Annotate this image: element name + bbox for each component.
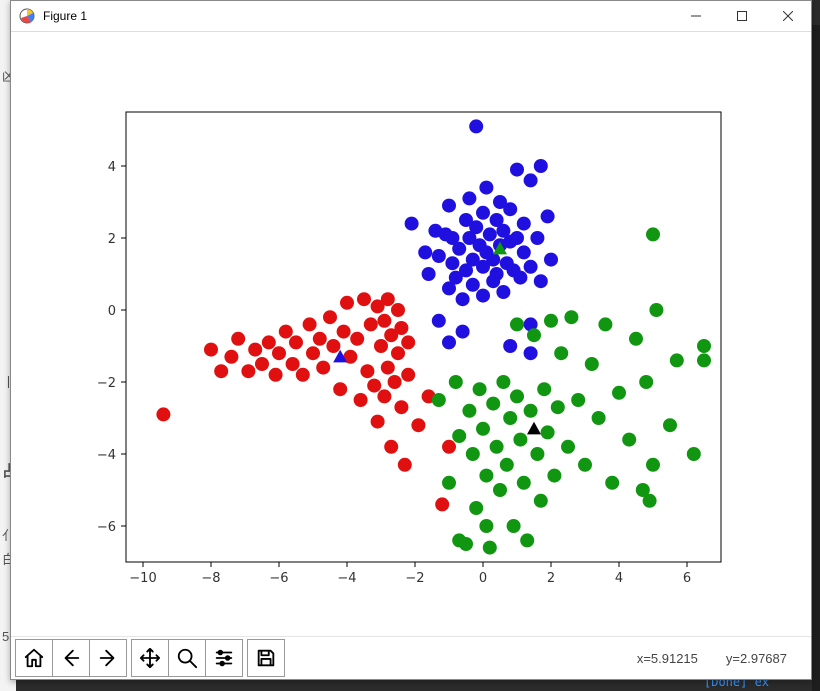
scatter-plot-svg: −10 −8 −6 −4 −2 0 2 4 6 −6 −4 −2 0 2 4 [11, 32, 811, 636]
minimize-button[interactable] [673, 1, 719, 31]
forward-button[interactable] [90, 640, 126, 676]
zoom-button[interactable] [169, 640, 206, 676]
matplotlib-figure-window: Figure 1 −10 −8 −6 −4 −2 0 2 4 6 −6 −4 −2 0 2 4 [10, 0, 812, 680]
svg-text:4: 4 [615, 571, 623, 586]
configure-subplots-button[interactable] [206, 640, 242, 676]
cursor-y-readout: y=2.97687 [726, 651, 787, 666]
svg-text:2: 2 [547, 571, 555, 586]
svg-text:−10: −10 [129, 571, 156, 586]
window-title: Figure 1 [43, 9, 87, 23]
matplotlib-toolbar: x=5.91215 y=2.97687 [11, 636, 811, 679]
background-panel-right [812, 25, 820, 691]
maximize-button[interactable] [719, 1, 765, 31]
home-button[interactable] [16, 640, 53, 676]
svg-text:4: 4 [108, 160, 116, 175]
svg-text:−6: −6 [97, 520, 116, 535]
plot-canvas[interactable]: −10 −8 −6 −4 −2 0 2 4 6 −6 −4 −2 0 2 4 [11, 32, 811, 636]
window-titlebar[interactable]: Figure 1 [11, 1, 811, 32]
svg-text:−2: −2 [405, 571, 424, 586]
matplotlib-app-icon [19, 8, 35, 24]
svg-text:−6: −6 [269, 571, 288, 586]
svg-text:6: 6 [683, 571, 691, 586]
back-button[interactable] [53, 640, 90, 676]
cursor-x-readout: x=5.91215 [637, 651, 698, 666]
save-button[interactable] [248, 640, 284, 676]
pan-button[interactable] [132, 640, 169, 676]
close-button[interactable] [765, 1, 811, 31]
svg-text:−4: −4 [97, 448, 116, 463]
svg-text:−2: −2 [97, 376, 116, 391]
svg-text:0: 0 [108, 304, 116, 319]
svg-text:−4: −4 [337, 571, 356, 586]
svg-text:−8: −8 [201, 571, 220, 586]
svg-text:2: 2 [108, 232, 116, 247]
svg-text:0: 0 [479, 571, 487, 586]
